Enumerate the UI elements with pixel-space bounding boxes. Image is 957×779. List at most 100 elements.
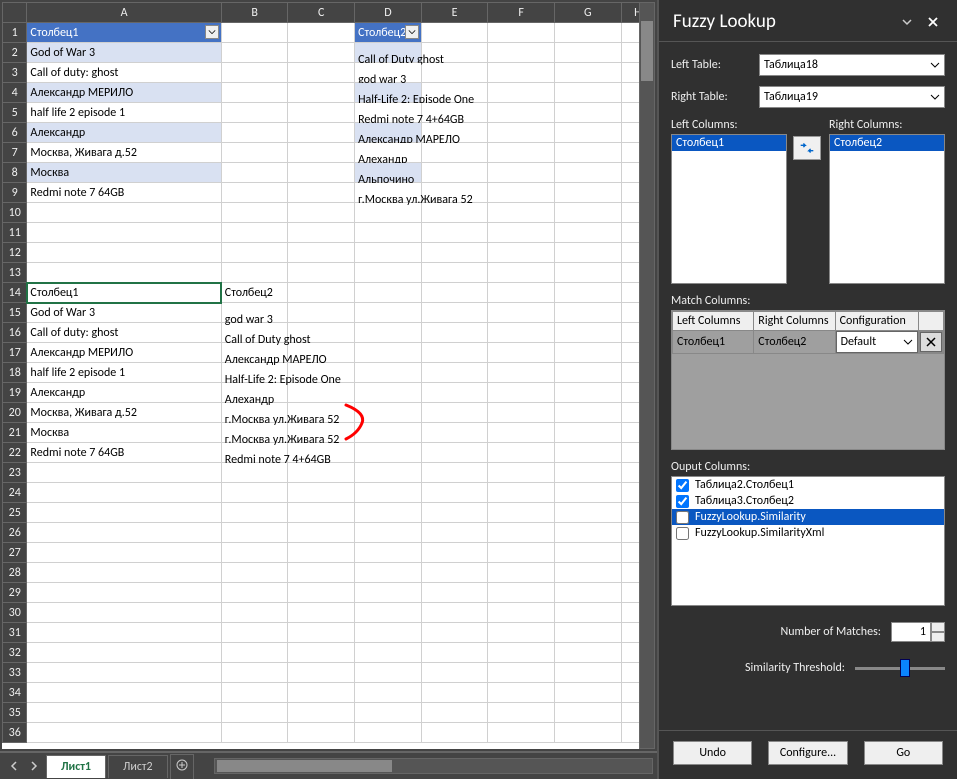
cell[interactable] bbox=[421, 703, 488, 723]
tab-nav-prev[interactable] bbox=[4, 757, 24, 775]
cell[interactable]: г.Москва ул.Живага 52 bbox=[221, 403, 288, 423]
row-header[interactable]: 8 bbox=[3, 163, 27, 183]
cell[interactable] bbox=[555, 683, 622, 703]
cell[interactable]: God of War 3 bbox=[27, 303, 221, 323]
cell[interactable]: Redmi note 7 4+64GB bbox=[221, 443, 288, 463]
cell[interactable] bbox=[355, 463, 422, 483]
left-columns-list[interactable]: Столбец1 bbox=[671, 134, 787, 284]
cell[interactable] bbox=[221, 603, 288, 623]
row-header[interactable]: 14 bbox=[3, 283, 27, 303]
cell[interactable] bbox=[555, 323, 622, 343]
cell[interactable] bbox=[221, 203, 288, 223]
cell[interactable] bbox=[27, 263, 221, 283]
cell[interactable] bbox=[221, 123, 288, 143]
cell[interactable] bbox=[288, 43, 355, 63]
cell[interactable] bbox=[488, 43, 555, 63]
cell[interactable] bbox=[488, 543, 555, 563]
cell[interactable] bbox=[421, 683, 488, 703]
cell[interactable] bbox=[421, 663, 488, 683]
cell[interactable] bbox=[288, 103, 355, 123]
cell[interactable] bbox=[555, 463, 622, 483]
spinner-up[interactable]: ▲ bbox=[931, 622, 945, 632]
match-config-combo[interactable]: Default bbox=[836, 331, 918, 353]
row-header[interactable]: 26 bbox=[3, 523, 27, 543]
cell[interactable] bbox=[488, 283, 555, 303]
cell[interactable] bbox=[488, 403, 555, 423]
cell[interactable] bbox=[27, 503, 221, 523]
cell[interactable] bbox=[488, 263, 555, 283]
cell[interactable]: Redmi note 7 64GB bbox=[27, 443, 221, 463]
cell[interactable] bbox=[355, 283, 422, 303]
cell[interactable]: Алехандр bbox=[355, 143, 422, 163]
cell[interactable] bbox=[555, 643, 622, 663]
vertical-scrollbar[interactable] bbox=[639, 2, 655, 749]
cell[interactable] bbox=[355, 483, 422, 503]
row-header[interactable]: 3 bbox=[3, 63, 27, 83]
row-header[interactable]: 11 bbox=[3, 223, 27, 243]
cell[interactable]: god war 3 bbox=[355, 63, 422, 83]
cell[interactable] bbox=[27, 703, 221, 723]
cell[interactable] bbox=[555, 403, 622, 423]
row-header[interactable]: 13 bbox=[3, 263, 27, 283]
cell[interactable] bbox=[555, 203, 622, 223]
cell[interactable]: God of War 3 bbox=[27, 43, 221, 63]
cell[interactable] bbox=[488, 423, 555, 443]
cell[interactable] bbox=[288, 623, 355, 643]
cell[interactable] bbox=[555, 163, 622, 183]
cell[interactable] bbox=[488, 203, 555, 223]
row-header[interactable]: 35 bbox=[3, 703, 27, 723]
cell[interactable] bbox=[288, 83, 355, 103]
cell[interactable] bbox=[27, 563, 221, 583]
cell[interactable] bbox=[288, 143, 355, 163]
cell[interactable] bbox=[555, 723, 622, 743]
link-columns-button[interactable] bbox=[793, 136, 821, 160]
cell[interactable] bbox=[421, 483, 488, 503]
undo-button[interactable]: Undo bbox=[673, 741, 752, 765]
cell[interactable] bbox=[221, 523, 288, 543]
cell[interactable] bbox=[355, 623, 422, 643]
cell[interactable]: Столбец1 bbox=[27, 283, 221, 303]
cell[interactable] bbox=[355, 683, 422, 703]
row-header[interactable]: 34 bbox=[3, 683, 27, 703]
cell[interactable] bbox=[555, 103, 622, 123]
right-table-combo[interactable]: Таблица19 bbox=[759, 86, 945, 108]
add-sheet-button[interactable] bbox=[170, 754, 194, 779]
cell[interactable] bbox=[27, 483, 221, 503]
cell[interactable] bbox=[555, 543, 622, 563]
cell[interactable] bbox=[488, 243, 555, 263]
cell[interactable] bbox=[488, 683, 555, 703]
cell[interactable] bbox=[555, 483, 622, 503]
cell[interactable] bbox=[27, 543, 221, 563]
row-header[interactable]: 15 bbox=[3, 303, 27, 323]
cell[interactable] bbox=[421, 423, 488, 443]
cell[interactable] bbox=[355, 303, 422, 323]
output-column-item[interactable]: FuzzyLookup.SimilarityXml bbox=[672, 525, 944, 541]
row-header[interactable]: 18 bbox=[3, 363, 27, 383]
cell[interactable] bbox=[221, 183, 288, 203]
cell[interactable] bbox=[488, 503, 555, 523]
cell[interactable] bbox=[27, 723, 221, 743]
horizontal-scrollbar[interactable] bbox=[214, 758, 653, 774]
cell[interactable] bbox=[555, 703, 622, 723]
cell[interactable] bbox=[288, 643, 355, 663]
cell[interactable] bbox=[488, 123, 555, 143]
row-header[interactable]: 36 bbox=[3, 723, 27, 743]
sheet-table[interactable]: A B C D E F G H 1Столбец1Столбец22God of… bbox=[2, 2, 655, 743]
output-column-item[interactable]: Таблица2.Столбец1 bbox=[672, 477, 944, 493]
cell[interactable] bbox=[555, 663, 622, 683]
match-th-left[interactable]: Left Columns bbox=[673, 312, 754, 331]
row-header[interactable]: 1 bbox=[3, 23, 27, 43]
cell[interactable] bbox=[221, 543, 288, 563]
row-header[interactable]: 5 bbox=[3, 103, 27, 123]
cell[interactable] bbox=[488, 723, 555, 743]
cell[interactable] bbox=[421, 543, 488, 563]
cell[interactable] bbox=[288, 283, 355, 303]
cell[interactable] bbox=[421, 563, 488, 583]
row-header[interactable]: 10 bbox=[3, 203, 27, 223]
cell[interactable]: Москва bbox=[27, 163, 221, 183]
cell[interactable] bbox=[488, 523, 555, 543]
cell[interactable] bbox=[355, 523, 422, 543]
row-header[interactable]: 12 bbox=[3, 243, 27, 263]
cell[interactable] bbox=[288, 223, 355, 243]
cell[interactable] bbox=[555, 183, 622, 203]
